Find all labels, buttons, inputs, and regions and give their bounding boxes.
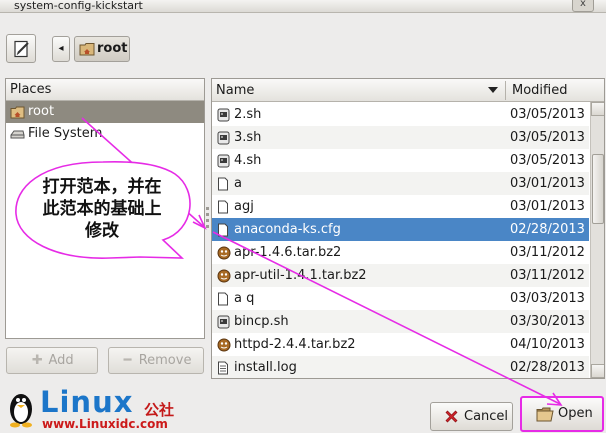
- file-row[interactable]: a 03/01/2013: [212, 172, 589, 195]
- file-row[interactable]: 4.sh 03/05/2013: [212, 149, 589, 172]
- home-folder-icon: [10, 106, 25, 119]
- file-modified-date: 03/30/2013: [510, 314, 585, 329]
- file-row[interactable]: apr-1.4.6.tar.bz2 03/11/2012: [212, 241, 589, 264]
- drive-icon: [10, 130, 25, 139]
- file-name: apr-util-1.4.1.tar.bz2: [234, 268, 367, 283]
- file-name: a q: [234, 291, 255, 306]
- plus-icon: ✚: [31, 353, 43, 368]
- file-modified-date: 03/05/2013: [510, 130, 585, 145]
- file-modified-date: 03/05/2013: [510, 107, 585, 122]
- window-titlebar: system-config-kickstart x: [0, 0, 606, 13]
- file-row[interactable]: 3.sh 03/05/2013: [212, 126, 589, 149]
- file-name: httpd-2.4.4.tar.bz2: [234, 337, 356, 352]
- file-name: install.log: [234, 360, 297, 375]
- callout-line: 此范本的基础上: [42, 199, 162, 219]
- watermark-url: www.Linuxidc.com: [42, 417, 168, 431]
- file-name: apr-1.4.6.tar.bz2: [234, 245, 342, 260]
- watermark-brand: Linux: [40, 385, 134, 419]
- remove-button-label: Remove: [138, 353, 192, 368]
- open-button[interactable]: Open: [520, 396, 604, 432]
- file-row[interactable]: 2.sh 03/05/2013: [212, 103, 589, 126]
- file-row[interactable]: apr-util-1.4.1.tar.bz2 03/11/2012: [212, 264, 589, 287]
- path-back-button[interactable]: ◂: [52, 36, 70, 62]
- places-item-label: root: [28, 104, 55, 119]
- pane-resize-handle[interactable]: [206, 204, 210, 234]
- scroll-down-button[interactable]: [591, 364, 604, 378]
- remove-bookmark-button[interactable]: ━ Remove: [108, 347, 204, 374]
- file-row[interactable]: httpd-2.4.4.tar.bz2 04/10/2013: [212, 333, 589, 356]
- file-rows: 2.sh 03/05/2013 3.sh 03/05/2013 4.sh 03/05/20…: [212, 103, 589, 378]
- window-title: system-config-kickstart: [14, 0, 143, 12]
- file-name: anaconda-ks.cfg: [234, 222, 341, 237]
- add-button-label: Add: [48, 353, 74, 368]
- annotation-callout-text: 打开范本，并在 此范本的基础上 修改: [16, 176, 188, 242]
- file-list-scrollbar[interactable]: [590, 102, 604, 378]
- file-row[interactable]: install.log 02/28/2013: [212, 356, 589, 378]
- type-location-button[interactable]: [6, 34, 36, 63]
- scroll-up-button[interactable]: [591, 102, 604, 116]
- minus-icon: ━: [123, 353, 132, 368]
- sort-descending-icon: [488, 87, 498, 93]
- callout-line: 打开范本，并在: [42, 177, 162, 197]
- add-bookmark-button[interactable]: ✚ Add: [6, 347, 98, 374]
- text-file-icon: [217, 360, 229, 378]
- places-header: Places: [6, 79, 204, 101]
- scroll-thumb[interactable]: [592, 154, 604, 224]
- file-modified-date: 03/11/2012: [510, 245, 585, 260]
- file-modified-date: 02/28/2013: [510, 222, 585, 237]
- places-item-label: File System: [28, 126, 103, 141]
- file-name: agj: [234, 199, 254, 214]
- open-folder-icon: [536, 407, 554, 422]
- file-name: 4.sh: [234, 153, 262, 168]
- column-header-name[interactable]: Name: [216, 79, 254, 102]
- path-root-label: root: [97, 41, 128, 56]
- column-divider[interactable]: [505, 81, 506, 100]
- edit-icon: [14, 40, 29, 58]
- file-name: 2.sh: [234, 107, 262, 122]
- close-window-button[interactable]: x: [572, 0, 594, 12]
- file-name: 3.sh: [234, 130, 262, 145]
- home-folder-icon: [79, 43, 95, 56]
- file-list-panel: Name Modified 2.sh 03/05/2013 3.sh 03/05/20…: [211, 78, 605, 379]
- file-modified-date: 03/05/2013: [510, 153, 585, 168]
- callout-line: 修改: [85, 221, 119, 241]
- file-modified-date: 03/03/2013: [510, 291, 585, 306]
- file-list-header: Name Modified: [212, 79, 604, 102]
- file-modified-date: 04/10/2013: [510, 337, 585, 352]
- places-item-file-system[interactable]: File System: [6, 123, 204, 145]
- file-modified-date: 03/01/2013: [510, 176, 585, 191]
- file-row[interactable]: bincp.sh 03/30/2013: [212, 310, 589, 333]
- places-item-root[interactable]: root: [6, 101, 204, 123]
- file-row[interactable]: a q 03/03/2013: [212, 287, 589, 310]
- cancel-icon: [445, 410, 458, 423]
- file-modified-date: 03/11/2012: [510, 268, 585, 283]
- path-root-button[interactable]: root: [74, 36, 130, 62]
- file-modified-date: 02/28/2013: [510, 360, 585, 375]
- file-row[interactable]: agj 03/01/2013: [212, 195, 589, 218]
- file-modified-date: 03/01/2013: [510, 199, 585, 214]
- cancel-button[interactable]: Cancel: [430, 402, 513, 431]
- open-button-label: Open: [558, 406, 593, 421]
- column-header-modified[interactable]: Modified: [512, 79, 567, 102]
- file-name: bincp.sh: [234, 314, 289, 329]
- file-name: a: [234, 176, 242, 191]
- file-row[interactable]: anaconda-ks.cfg 02/28/2013: [212, 218, 589, 241]
- cancel-button-label: Cancel: [464, 409, 509, 424]
